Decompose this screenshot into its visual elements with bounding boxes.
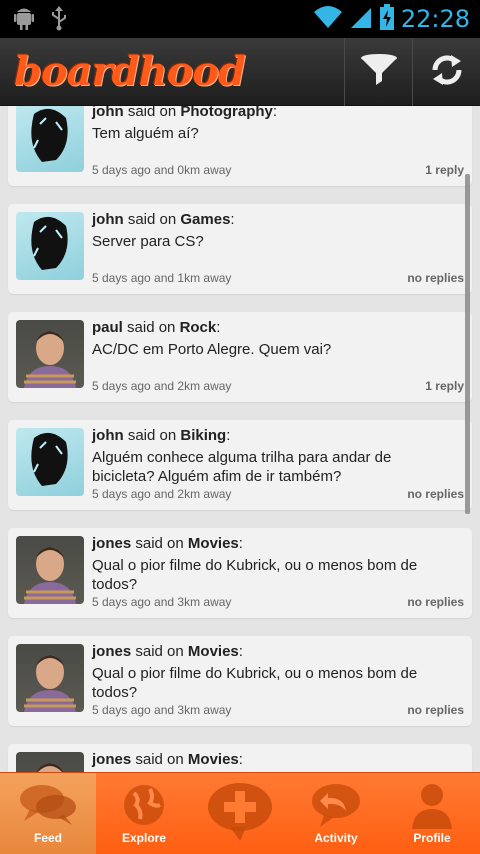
usb-icon bbox=[50, 5, 68, 36]
post-meta: 5 days ago and 3km away bbox=[92, 703, 232, 717]
bottom-tab-bar: Feed Explore Activity Profile bbox=[0, 772, 480, 854]
avatar[interactable] bbox=[16, 212, 84, 280]
said-on-text: said on bbox=[127, 211, 177, 228]
avatar[interactable] bbox=[16, 428, 84, 496]
tab-label: Explore bbox=[121, 831, 166, 845]
tab-feed[interactable]: Feed bbox=[0, 773, 96, 854]
avatar[interactable] bbox=[16, 106, 84, 172]
post-message: Server para CS? bbox=[92, 233, 204, 250]
post-header: paul said on Rock: bbox=[92, 319, 221, 336]
wifi-icon bbox=[313, 4, 343, 35]
post-author[interactable]: jones bbox=[92, 751, 131, 768]
post-meta: 5 days ago and 1km away bbox=[92, 271, 232, 285]
tab-new-post[interactable] bbox=[192, 773, 288, 854]
refresh-button[interactable] bbox=[412, 38, 480, 106]
post-header: john said on Photography: bbox=[92, 106, 277, 122]
avatar[interactable] bbox=[16, 536, 84, 604]
avatar[interactable] bbox=[16, 752, 84, 772]
post-board[interactable]: Games bbox=[180, 211, 230, 228]
post-message: Qual o pior filme do Kubrick, ou o menos… bbox=[92, 557, 418, 593]
tab-label: Feed bbox=[33, 831, 62, 845]
post-board[interactable]: Rock bbox=[180, 319, 217, 336]
post-card[interactable]: jones said on Movies: Qual o pior filme … bbox=[8, 528, 472, 618]
said-on-text: said on bbox=[127, 319, 176, 336]
post-card[interactable]: jones said on Movies: bbox=[8, 744, 472, 772]
post-meta: 5 days ago and 2km away bbox=[92, 379, 232, 393]
tab-label: Profile bbox=[413, 831, 451, 845]
post-replies[interactable]: no replies bbox=[407, 487, 464, 501]
refresh-icon bbox=[429, 52, 465, 93]
post-card[interactable]: john said on Photography: Tem alguém aí?… bbox=[8, 106, 472, 186]
said-on-text: said on bbox=[135, 643, 184, 660]
said-on-text: said on bbox=[135, 535, 184, 552]
post-card[interactable]: john said on Games: Server para CS? 5 da… bbox=[8, 204, 472, 294]
battery-icon bbox=[379, 3, 395, 36]
post-meta: 5 days ago and 0km away bbox=[92, 163, 232, 177]
post-message: Qual o pior filme do Kubrick, ou o menos… bbox=[92, 665, 418, 701]
post-card[interactable]: paul said on Rock: AC/DC em Porto Alegre… bbox=[8, 312, 472, 402]
post-replies[interactable]: no replies bbox=[407, 595, 464, 609]
app-logo: boardhood bbox=[14, 48, 246, 95]
post-board[interactable]: Movies bbox=[188, 751, 239, 768]
said-on-text: said on bbox=[127, 427, 177, 444]
post-board[interactable]: Photography bbox=[180, 106, 273, 120]
post-header: john said on Biking: bbox=[92, 427, 231, 444]
post-replies[interactable]: 1 reply bbox=[425, 379, 464, 393]
post-board[interactable]: Movies bbox=[188, 535, 239, 552]
status-bar: 22:28 bbox=[0, 0, 480, 38]
post-header: jones said on Movies: bbox=[92, 643, 243, 660]
post-author[interactable]: john bbox=[92, 427, 124, 444]
post-card[interactable]: john said on Biking: Alguém conhece algu… bbox=[8, 420, 472, 510]
post-header: jones said on Movies: bbox=[92, 751, 243, 768]
filter-button[interactable] bbox=[344, 38, 412, 106]
feed-list[interactable]: john said on Photography: Tem alguém aí?… bbox=[0, 106, 480, 772]
avatar[interactable] bbox=[16, 644, 84, 712]
add-post-icon bbox=[206, 773, 274, 846]
said-on-text: said on bbox=[127, 106, 177, 120]
said-on-text: said on bbox=[135, 751, 184, 768]
avatar[interactable] bbox=[16, 320, 84, 388]
post-message: Alguém conhece alguma trilha para andar … bbox=[92, 449, 392, 485]
post-author[interactable]: john bbox=[92, 106, 124, 120]
signal-icon bbox=[349, 4, 373, 35]
tab-profile[interactable]: Profile bbox=[384, 773, 480, 854]
post-replies[interactable]: no replies bbox=[407, 703, 464, 717]
post-replies[interactable]: no replies bbox=[407, 271, 464, 285]
post-author[interactable]: paul bbox=[92, 319, 123, 336]
globe-icon bbox=[120, 773, 168, 834]
post-header: jones said on Movies: bbox=[92, 535, 243, 552]
tab-activity[interactable]: Activity bbox=[288, 773, 384, 854]
android-debug-icon bbox=[12, 5, 36, 36]
filter-icon bbox=[359, 53, 399, 92]
post-replies[interactable]: 1 reply bbox=[425, 163, 464, 177]
post-board[interactable]: Biking bbox=[180, 427, 226, 444]
post-header: john said on Games: bbox=[92, 211, 235, 228]
chat-bubbles-icon bbox=[16, 773, 80, 834]
tab-label: Activity bbox=[314, 831, 358, 845]
tab-explore[interactable]: Explore bbox=[96, 773, 192, 854]
post-author[interactable]: john bbox=[92, 211, 124, 228]
feed-scrollbar[interactable] bbox=[465, 174, 470, 514]
post-author[interactable]: jones bbox=[92, 643, 131, 660]
post-card[interactable]: jones said on Movies: Qual o pior filme … bbox=[8, 636, 472, 726]
person-icon bbox=[408, 773, 456, 834]
post-meta: 5 days ago and 3km away bbox=[92, 595, 232, 609]
post-meta: 5 days ago and 2km away bbox=[92, 487, 232, 501]
post-message: Tem alguém aí? bbox=[92, 125, 199, 142]
reply-bubble-icon bbox=[310, 773, 362, 834]
action-bar: boardhood bbox=[0, 38, 480, 106]
post-author[interactable]: jones bbox=[92, 535, 131, 552]
status-time: 22:28 bbox=[400, 5, 470, 33]
post-board[interactable]: Movies bbox=[188, 643, 239, 660]
post-message: AC/DC em Porto Alegre. Quem vai? bbox=[92, 341, 332, 358]
